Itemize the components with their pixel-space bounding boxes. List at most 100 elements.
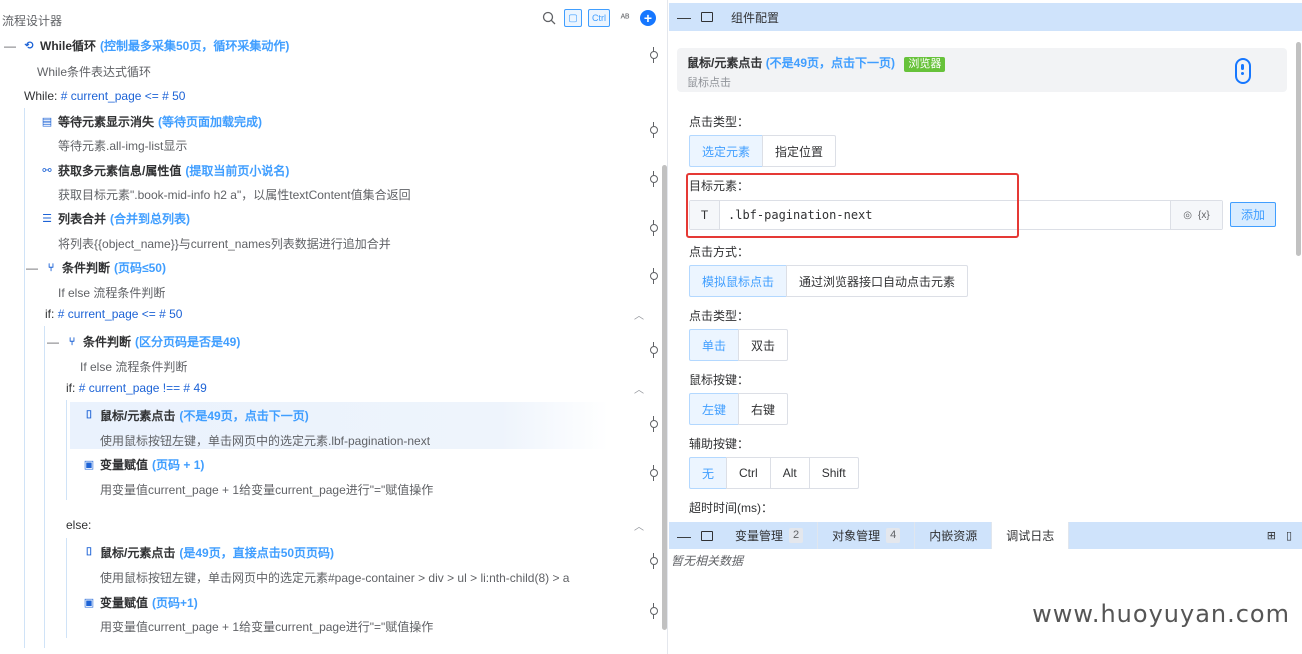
node-desc: If else 流程条件判断 — [58, 286, 166, 300]
click-type-group: 选定元素 指定位置 — [689, 135, 837, 167]
tab-variable-management[interactable]: 变量管理 2 — [721, 522, 819, 549]
breakpoint-pin-icon[interactable] — [649, 268, 659, 284]
config-panel-title: 组件配置 — [731, 10, 780, 25]
bottom-tab-bar: — 变量管理 2 对象管理 4 内嵌资源 调试日志 ⊞ ▯ — [669, 522, 1302, 549]
add-button[interactable]: 添加 — [1230, 202, 1276, 227]
node-hint: (区分页码是否是49) — [135, 335, 241, 349]
breakpoint-pin-icon[interactable] — [649, 553, 659, 569]
minimize-icon[interactable]: — — [677, 528, 691, 544]
option-left-button[interactable]: 左键 — [689, 393, 740, 425]
node-title: 条件判断 — [83, 335, 132, 349]
add-icon[interactable]: + — [640, 10, 656, 26]
tree-node-click-next[interactable]: ⌷ 鼠标/元素点击 (不是49页，点击下一页) — [82, 407, 309, 424]
option-selected-element[interactable]: 选定元素 — [689, 135, 764, 167]
component-config-panel: — 组件配置 鼠标/元素点击 (不是49页，点击下一页) 浏览器 鼠标点击 点击… — [669, 0, 1302, 522]
wait-element-icon: ▤ — [41, 116, 53, 128]
node-desc: 用变量值current_page + 1给变量current_page进行"="… — [100, 483, 434, 497]
variable-assign-icon: ▣ — [83, 459, 95, 471]
tree-node-while[interactable]: — ⟲ While循环 (控制最多采集50页，循环采集动作) — [4, 37, 289, 54]
option-browser-api-click[interactable]: 通过浏览器接口自动点击元素 — [786, 265, 969, 297]
window-icon[interactable] — [701, 12, 713, 22]
cond-label: if: — [45, 307, 55, 321]
config-scrollbar[interactable] — [1296, 42, 1301, 256]
node-hint: (合并到总列表) — [110, 212, 191, 226]
condition-icon: ⑂ — [68, 335, 76, 348]
node-title: 变量赋值 — [100, 596, 149, 610]
tree-node-assign-2[interactable]: ▣ 变量赋值 (页码+1) — [82, 594, 198, 611]
annotation-highlight-box — [686, 173, 1019, 238]
breakpoint-pin-icon[interactable] — [649, 122, 659, 138]
list-merge-icon: ☰ — [42, 213, 52, 225]
chevron-up-icon[interactable]: ︿ — [634, 307, 644, 322]
click-type-label: 点击类型： — [689, 115, 750, 129]
breakpoint-pin-icon[interactable] — [649, 171, 659, 187]
target-icon[interactable]: ◎ — [1183, 210, 1192, 221]
tab-debug-log[interactable]: 调试日志 — [992, 522, 1070, 549]
ctrl-key-icon[interactable]: Ctrl — [588, 9, 610, 27]
bottom-panel: — 变量管理 2 对象管理 4 内嵌资源 调试日志 ⊞ ▯ 暂无相关数据 www… — [669, 522, 1302, 654]
node-hint: (是49页，直接点击50页页码) — [179, 546, 335, 560]
tab-object-management[interactable]: 对象管理 4 — [818, 522, 916, 549]
option-single-click[interactable]: 单击 — [689, 329, 740, 361]
tree-node-list-merge[interactable]: ☰ 列表合并 (合并到总列表) — [40, 210, 190, 227]
left-scrollbar[interactable] — [662, 165, 667, 630]
minimize-icon[interactable]: — — [677, 9, 691, 25]
no-data-text: 暂无相关数据 — [671, 554, 744, 568]
option-specified-position[interactable]: 指定位置 — [762, 135, 837, 167]
node-hint: (不是49页，点击下一页) — [179, 409, 309, 423]
breakpoint-pin-icon[interactable] — [649, 416, 659, 432]
tree-guide-line — [44, 326, 45, 648]
windows-icon[interactable]: ⊞ — [1267, 529, 1276, 542]
cond-label: if: — [66, 381, 76, 395]
node-desc: While条件表达式循环 — [37, 65, 152, 79]
tab-label: 调试日志 — [1006, 529, 1055, 543]
flow-designer-header: 流程设计器 ▢ Ctrl ᴬᴮ + — [0, 0, 667, 34]
while-condition: While: # current_page <= # 50 — [24, 89, 185, 103]
variable-icon[interactable]: {x} — [1198, 210, 1210, 221]
component-name: 鼠标/元素点击 (不是49页，点击下一页) 浏览器 — [687, 54, 946, 72]
breakpoint-pin-icon[interactable] — [649, 465, 659, 481]
option-simulate-mouse[interactable]: 模拟鼠标点击 — [689, 265, 788, 297]
chevron-up-icon[interactable]: ︿ — [634, 518, 644, 533]
window-icon[interactable] — [701, 530, 713, 541]
else-branch-label: else: — [66, 518, 92, 532]
collapse-toggle[interactable]: — — [4, 39, 16, 53]
tab-label: 对象管理 — [832, 529, 881, 543]
breakpoint-pin-icon[interactable] — [649, 342, 659, 358]
node-desc: 等待元素.all-img-list显示 — [58, 139, 188, 153]
component-info-card: 鼠标/元素点击 (不是49页，点击下一页) 浏览器 鼠标点击 — [677, 48, 1287, 92]
search-icon[interactable] — [540, 9, 558, 27]
click-method-group: 模拟鼠标点击 通过浏览器接口自动点击元素 — [689, 265, 969, 297]
tree-node-get-multi-element[interactable]: ⚯ 获取多元素信息/属性值 (提取当前页小说名) — [40, 162, 289, 179]
collapse-toggle[interactable]: — — [47, 335, 59, 349]
tree-node-condition-2[interactable]: — ⑂ 条件判断 (区分页码是否是49) — [47, 333, 240, 350]
breakpoint-pin-icon[interactable] — [649, 47, 659, 63]
option-shift-key[interactable]: Shift — [808, 457, 859, 489]
chevron-up-icon[interactable]: ︿ — [634, 381, 644, 396]
tree-node-condition-1[interactable]: — ⑂ 条件判断 (页码≤50) — [26, 259, 166, 276]
tab-embedded-resources[interactable]: 内嵌资源 — [915, 522, 993, 549]
option-right-button[interactable]: 右键 — [738, 393, 789, 425]
option-ctrl-key[interactable]: Ctrl — [726, 457, 771, 489]
collapse-toggle[interactable]: — — [26, 261, 38, 275]
option-double-click[interactable]: 双击 — [738, 329, 789, 361]
copy-icon[interactable]: ▢ — [564, 9, 582, 27]
breakpoint-pin-icon[interactable] — [649, 220, 659, 236]
mobile-icon[interactable]: ▯ — [1286, 529, 1292, 542]
watermark: www.huoyuyan.com — [1032, 600, 1290, 628]
option-alt-key[interactable]: Alt — [769, 457, 810, 489]
cond-expr: # current_page <= # 50 — [60, 89, 186, 103]
spellcheck-icon[interactable]: ᴬᴮ — [616, 9, 634, 27]
node-hint: (页码 + 1) — [152, 458, 205, 472]
option-no-key[interactable]: 无 — [689, 457, 728, 489]
tree-node-click-page50[interactable]: ⌷ 鼠标/元素点击 (是49页，直接点击50页页码) — [82, 544, 334, 561]
node-title: 条件判断 — [62, 261, 111, 275]
node-title: While循环 — [40, 39, 96, 53]
tree-node-assign-1[interactable]: ▣ 变量赋值 (页码 + 1) — [82, 456, 205, 473]
tab-label: 变量管理 — [735, 529, 784, 543]
tree-node-wait-element[interactable]: ▤ 等待元素显示消失 (等待页面加载完成) — [40, 113, 262, 130]
multi-element-icon: ⚯ — [42, 165, 52, 177]
node-desc: 获取目标元素".book-mid-info h2 a"，以属性textConte… — [58, 188, 411, 202]
breakpoint-pin-icon[interactable] — [649, 603, 659, 619]
tab-label: 内嵌资源 — [929, 529, 978, 543]
